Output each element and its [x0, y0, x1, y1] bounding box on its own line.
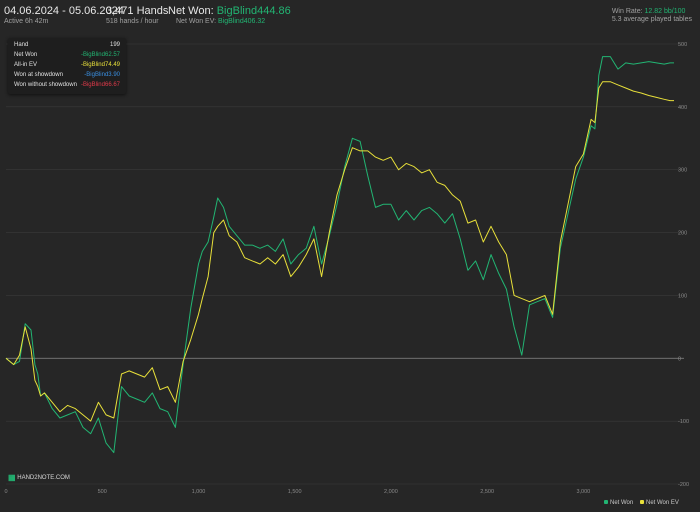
tooltip-value: -BigBlind62.57 [80, 52, 120, 58]
y-tick-label: 0 [678, 356, 681, 362]
legend-swatch [604, 500, 608, 505]
tooltip-row-no-showdown: Won without showdown -BigBlind66.67 [14, 82, 120, 90]
x-tick-label: 2,000 [384, 489, 398, 495]
tooltip-label: Net Won [14, 52, 38, 58]
tooltip-row-showdown: Won at showdown -BigBlind3.90 [14, 72, 120, 80]
tooltip-value: -BigBlind74.49 [80, 62, 120, 68]
x-tick-label: 500 [98, 489, 107, 495]
y-tick-label: 500 [678, 42, 687, 48]
tooltip-row-allin-ev: All-in EV -BigBlind74.49 [14, 62, 120, 70]
x-tick-label: 1,000 [192, 489, 206, 495]
tooltip-label: Hand [14, 42, 29, 48]
legend-label: Net Won [610, 500, 634, 506]
y-tick-label: -200 [678, 482, 689, 488]
tooltip-value: -BigBlind3.90 [84, 72, 120, 78]
logo-text: HAND2NOTE.COM [17, 475, 70, 482]
x-tick-label: 2,500 [480, 489, 494, 495]
tooltip-label: All-in EV [14, 62, 38, 68]
legend-net-won-ev[interactable]: Net Won EV [640, 500, 679, 506]
tooltip-label: Won without showdown [14, 82, 77, 88]
net-won-ev-line [5, 81, 674, 422]
legend-label: Net Won EV [646, 500, 679, 506]
hand-tooltip: Hand 199 Net Won -BigBlind62.57 All-in E… [8, 38, 126, 94]
hand2note-logo: ▦ HAND2NOTE.COM [8, 473, 70, 482]
y-tick-label: 300 [678, 168, 687, 174]
x-tick-label: 3,000 [576, 489, 590, 495]
tooltip-row-net-won: Net Won -BigBlind62.57 [14, 52, 120, 60]
tooltip-row-hand: Hand 199 [14, 42, 120, 50]
tooltip-value: 199 [109, 42, 120, 48]
net-won-line [5, 56, 674, 454]
logo-icon: ▦ [8, 473, 16, 482]
x-tick-label: 1,500 [288, 489, 302, 495]
y-tick-label: 200 [678, 231, 687, 237]
y-tick-label: 400 [678, 105, 687, 111]
y-tick-label: 100 [678, 293, 687, 299]
legend-net-won[interactable]: Net Won [604, 500, 633, 506]
legend-swatch [640, 500, 644, 505]
tooltip-label: Won at showdown [14, 72, 63, 78]
tooltip-value: -BigBlind66.67 [80, 82, 120, 88]
x-tick-label: 0 [4, 489, 7, 495]
y-tick-label: -100 [678, 419, 689, 425]
